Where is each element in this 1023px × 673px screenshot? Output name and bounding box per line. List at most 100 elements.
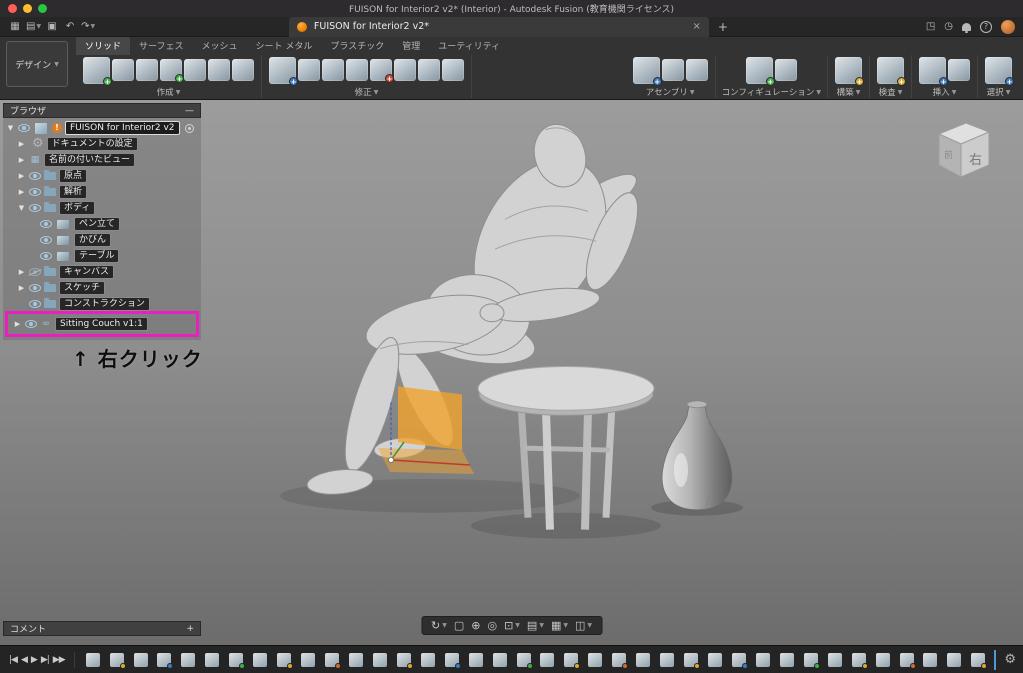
expander-down-icon[interactable]: ▼ xyxy=(6,124,15,132)
workspace-selector[interactable]: デザイン ▼ xyxy=(6,41,68,87)
timeline-feature-icon[interactable] xyxy=(684,653,698,667)
timeline-feature-icon[interactable] xyxy=(229,653,243,667)
ribbon-group-label[interactable]: 作成▼ xyxy=(157,86,181,98)
ribbon-group-label[interactable]: アセンブリ▼ xyxy=(646,86,695,98)
box-tool-icon[interactable] xyxy=(112,59,134,81)
viewcube-left-label[interactable]: 前 xyxy=(944,149,953,161)
measure-tool-icon[interactable]: + xyxy=(877,57,904,84)
browser-item[interactable]: ▶原点 xyxy=(3,168,201,184)
ribbon-tab[interactable]: ユーティリティ xyxy=(429,37,509,55)
timeline-feature-icon[interactable] xyxy=(397,653,411,667)
ribbon-tab[interactable]: メッシュ xyxy=(192,37,246,55)
ribbon-group-label[interactable]: 修正▼ xyxy=(355,86,379,98)
undo-icon[interactable]: ↶ xyxy=(63,18,77,36)
fillet-tool-icon[interactable] xyxy=(322,59,344,81)
notifications-bell-icon[interactable] xyxy=(962,23,971,31)
ribbon-group-label[interactable]: 検査▼ xyxy=(879,86,903,98)
split-body-tool-icon[interactable] xyxy=(418,59,440,81)
visibility-eye-icon[interactable] xyxy=(29,268,41,276)
timeline-feature-icon[interactable] xyxy=(445,653,459,667)
timeline-playhead[interactable] xyxy=(994,650,996,670)
timeline-feature-icon[interactable] xyxy=(421,653,435,667)
origin-point[interactable] xyxy=(388,457,393,462)
timeline-feature-icon[interactable] xyxy=(971,653,985,667)
save-icon[interactable]: ▣ xyxy=(45,18,59,36)
visibility-eye-icon[interactable] xyxy=(18,124,30,132)
configuration-table-tool-icon[interactable] xyxy=(775,59,797,81)
browser-item[interactable]: ▶▦名前の付いたビュー xyxy=(3,152,201,168)
profile-avatar[interactable] xyxy=(1001,20,1015,34)
extensions-icon[interactable]: ◳ xyxy=(926,21,935,32)
redo-icon[interactable]: ↷▼ xyxy=(81,18,95,36)
visibility-eye-icon[interactable] xyxy=(40,236,52,244)
look-at-icon[interactable]: ▢ xyxy=(454,619,464,632)
timeline-feature-icon[interactable] xyxy=(660,653,674,667)
zoom-icon[interactable]: ◎ xyxy=(487,619,497,632)
browser-item-label[interactable]: ボディ xyxy=(59,201,95,215)
browser-item-label[interactable]: かびん xyxy=(74,233,111,247)
timeline-feature-icon[interactable] xyxy=(86,653,100,667)
select-tool-icon[interactable]: + xyxy=(985,57,1012,84)
expander-right-icon[interactable]: ▶ xyxy=(13,320,22,328)
visibility-eye-icon[interactable] xyxy=(29,204,41,212)
timeline-feature-icon[interactable] xyxy=(947,653,961,667)
visibility-eye-icon[interactable] xyxy=(29,172,41,180)
insert-mesh-tool-icon[interactable]: + xyxy=(919,57,946,84)
collapse-panel-icon[interactable]: — xyxy=(185,106,194,116)
document-tab[interactable]: FUISON for Interior2 v2* × xyxy=(289,17,709,37)
viewport-layout-icon[interactable]: ◫▼ xyxy=(575,619,592,632)
ribbon-group-label[interactable]: 選択▼ xyxy=(987,86,1011,98)
browser-item[interactable]: ▼!FUISON for Interior2 v2 xyxy=(3,120,201,136)
go-to-start-button[interactable]: |◀ xyxy=(7,655,19,665)
visibility-eye-icon[interactable] xyxy=(29,188,41,196)
viewcube[interactable]: 右 前 xyxy=(925,113,1001,187)
ribbon-tab[interactable]: シート メタル xyxy=(247,37,322,55)
scale-tool-icon[interactable] xyxy=(442,59,464,81)
timeline-feature-icon[interactable] xyxy=(540,653,554,667)
timeline-feature-icon[interactable] xyxy=(804,653,818,667)
browser-item-label[interactable]: テーブル xyxy=(74,249,119,263)
close-window-button[interactable] xyxy=(8,4,17,13)
timeline-feature-icon[interactable] xyxy=(588,653,602,667)
expander-right-icon[interactable]: ▶ xyxy=(17,268,26,276)
viewcube-front-label[interactable]: 右 xyxy=(969,153,982,168)
timeline-feature-icon[interactable] xyxy=(564,653,578,667)
timeline-feature-icon[interactable] xyxy=(469,653,483,667)
timeline-feature-icon[interactable] xyxy=(708,653,722,667)
visibility-eye-icon[interactable] xyxy=(29,284,41,292)
visibility-eye-icon[interactable] xyxy=(40,252,52,260)
timeline-feature-icon[interactable] xyxy=(852,653,866,667)
as-built-joint-tool-icon[interactable] xyxy=(662,59,684,81)
timeline-feature-icon[interactable] xyxy=(780,653,794,667)
timeline-feature-icon[interactable] xyxy=(900,653,914,667)
browser-item-label[interactable]: 原点 xyxy=(59,169,87,183)
timeline-feature-icon[interactable] xyxy=(732,653,746,667)
browser-item[interactable]: ペン立て xyxy=(3,216,201,232)
play-button[interactable]: ▶ xyxy=(29,655,39,665)
timeline-feature-icon[interactable] xyxy=(876,653,890,667)
viewport[interactable]: 右 前 ブラウザ — ▼!FUISON for Interior2 v2▶⚙ドキ… xyxy=(0,100,1023,645)
visibility-eye-icon[interactable] xyxy=(29,300,41,308)
timeline-feature-icon[interactable] xyxy=(325,653,339,667)
ribbon-group-label[interactable]: コンフィギュレーション▼ xyxy=(722,86,821,98)
close-tab-icon[interactable]: × xyxy=(693,21,701,32)
pan-icon[interactable]: ⊕ xyxy=(471,619,480,632)
rigid-group-tool-icon[interactable] xyxy=(686,59,708,81)
job-status-icon[interactable]: ◷ xyxy=(944,21,953,32)
press-pull-tool-icon[interactable] xyxy=(298,59,320,81)
offset-face-tool-icon[interactable] xyxy=(394,59,416,81)
coil-tool-icon[interactable] xyxy=(208,59,230,81)
sphere-tool-icon[interactable]: + xyxy=(160,59,182,81)
app-grid-icon[interactable]: ▦ xyxy=(8,18,22,36)
fit-icon[interactable]: ⊡▼ xyxy=(504,619,520,632)
browser-item-label[interactable]: 名前の付いたビュー xyxy=(44,153,135,167)
display-settings-icon[interactable]: ▤▼ xyxy=(527,619,544,632)
timeline-feature-icon[interactable] xyxy=(517,653,531,667)
timeline-feature-icon[interactable] xyxy=(756,653,770,667)
ribbon-group-label[interactable]: 挿入▼ xyxy=(933,86,957,98)
browser-item-label[interactable]: キャンバス xyxy=(59,265,114,279)
timeline-feature-icon[interactable] xyxy=(181,653,195,667)
canvas-tool-icon[interactable] xyxy=(948,59,970,81)
ribbon-tab[interactable]: サーフェス xyxy=(130,37,192,55)
comments-bar[interactable]: コメント + xyxy=(3,621,201,636)
